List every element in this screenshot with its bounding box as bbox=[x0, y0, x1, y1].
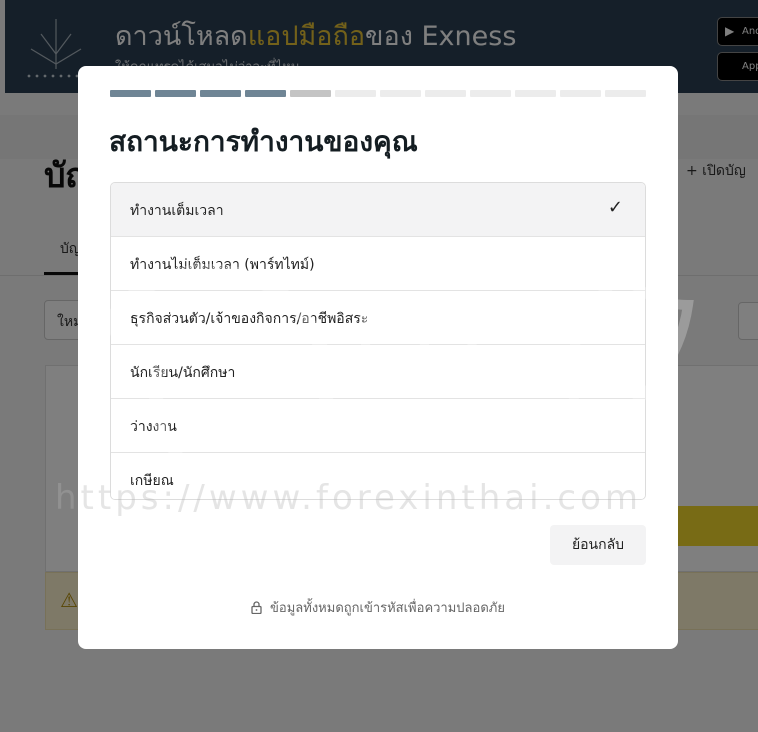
progress-step bbox=[155, 90, 196, 97]
progress-step bbox=[200, 90, 241, 97]
security-note: ข้อมูลทั้งหมดถูกเข้ารหัสเพื่อความปลอดภัย bbox=[78, 597, 678, 618]
option-full-time[interactable]: ทำงานเต็มเวลา ✓ bbox=[111, 183, 645, 237]
progress-step bbox=[605, 90, 646, 97]
watermark-leaf-icon bbox=[566, 268, 694, 442]
progress-stepper bbox=[110, 90, 646, 97]
check-icon: ✓ bbox=[607, 197, 623, 218]
progress-step bbox=[515, 90, 556, 97]
watermark-url: https://www.forexinthai.com bbox=[55, 478, 643, 518]
option-label: ทำงานเต็มเวลา bbox=[130, 203, 224, 219]
progress-step bbox=[110, 90, 151, 97]
security-note-text: ข้อมูลทั้งหมดถูกเข้ารหัสเพื่อความปลอดภัย bbox=[270, 601, 505, 616]
dialog-title: สถานะการทำงานของคุณ bbox=[109, 125, 418, 158]
watermark-name: Forex In Thai bbox=[290, 400, 561, 449]
progress-step bbox=[335, 90, 376, 97]
back-button[interactable]: ย้อนกลับ bbox=[550, 525, 646, 565]
progress-step bbox=[425, 90, 466, 97]
progress-step bbox=[560, 90, 601, 97]
progress-step bbox=[380, 90, 421, 97]
progress-step bbox=[245, 90, 286, 97]
lock-icon bbox=[251, 601, 262, 614]
progress-step bbox=[290, 90, 331, 97]
progress-step bbox=[470, 90, 511, 97]
watermark-brand: FIT bbox=[352, 282, 507, 389]
